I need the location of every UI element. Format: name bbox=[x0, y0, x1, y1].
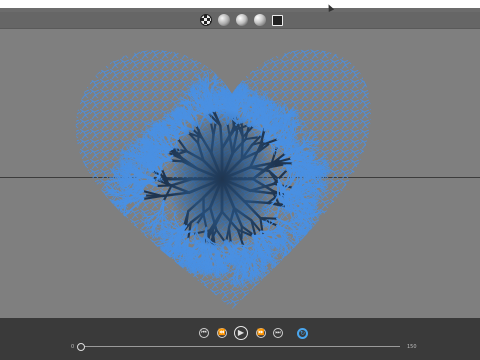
checker-icon[interactable] bbox=[200, 14, 212, 26]
shiny-sphere-icon[interactable] bbox=[254, 14, 266, 26]
grey-sphere-icon[interactable] bbox=[218, 14, 230, 26]
timeline-start-label: 0 bbox=[71, 344, 75, 350]
window-top-bar bbox=[0, 0, 480, 8]
prev-frame-button[interactable]: ⏪ bbox=[217, 328, 227, 338]
next-frame-button[interactable]: ⏩ bbox=[256, 328, 266, 338]
loop-icon[interactable]: ↻ bbox=[297, 328, 308, 339]
play-button[interactable]: ▶ bbox=[234, 326, 248, 340]
viewer-toolbar bbox=[0, 12, 480, 29]
playback-bar: ⏮ ⏪ ▶ ⏩ ⏭ ↻ bbox=[0, 318, 480, 360]
timeline-thumb[interactable] bbox=[77, 343, 85, 351]
timeline-track[interactable] bbox=[81, 346, 400, 347]
branching-heart-model[interactable] bbox=[0, 29, 480, 318]
timeline-end-label: 150 bbox=[407, 344, 417, 350]
fit-frame-icon[interactable] bbox=[272, 15, 283, 26]
heart-branches bbox=[75, 49, 371, 309]
first-frame-button[interactable]: ⏮ bbox=[199, 328, 209, 338]
mesh-sphere-icon[interactable] bbox=[236, 14, 248, 26]
last-frame-button[interactable]: ⏭ bbox=[273, 328, 283, 338]
